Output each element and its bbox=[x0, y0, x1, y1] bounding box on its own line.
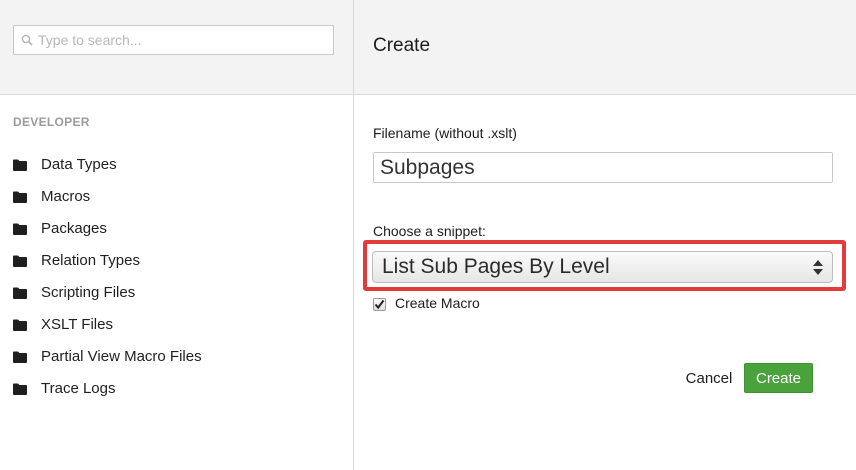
tree-item-partial-view-macro-files[interactable]: Partial View Macro Files bbox=[13, 340, 202, 372]
search-box[interactable] bbox=[13, 25, 334, 55]
folder-icon bbox=[13, 190, 27, 203]
folder-icon bbox=[13, 350, 27, 363]
checkmark-icon bbox=[374, 299, 385, 310]
tree-item-label: Macros bbox=[41, 187, 91, 205]
folder-icon bbox=[13, 254, 27, 267]
tree-item-label: Partial View Macro Files bbox=[41, 347, 202, 365]
filename-label: Filename (without .xslt) bbox=[373, 125, 517, 141]
cancel-button[interactable]: Cancel bbox=[676, 365, 742, 391]
create-macro-option[interactable]: Create Macro bbox=[373, 295, 480, 311]
dialog-header: Create bbox=[354, 0, 856, 95]
folder-icon bbox=[13, 158, 27, 171]
sidebar: DEVELOPER Data Types Macros Packages Rel… bbox=[0, 0, 354, 470]
create-macro-label: Create Macro bbox=[395, 295, 480, 311]
select-arrows-icon bbox=[810, 256, 826, 278]
tree-item-packages[interactable]: Packages bbox=[13, 212, 202, 244]
snippet-label: Choose a snippet: bbox=[373, 223, 486, 239]
tree-item-scripting-files[interactable]: Scripting Files bbox=[13, 276, 202, 308]
search-icon bbox=[16, 26, 38, 54]
folder-icon bbox=[13, 382, 27, 395]
section-title: DEVELOPER bbox=[13, 115, 90, 129]
search-input[interactable] bbox=[38, 27, 328, 53]
snippet-select[interactable]: List Sub Pages By Level bbox=[372, 251, 833, 283]
tree-item-xslt-files[interactable]: XSLT Files bbox=[13, 308, 202, 340]
tree-item-data-types[interactable]: Data Types bbox=[13, 148, 202, 180]
tree-item-label: Scripting Files bbox=[41, 283, 136, 301]
snippet-select-value: List Sub Pages By Level bbox=[382, 255, 610, 278]
dialog-title: Create bbox=[373, 35, 431, 56]
filename-input[interactable] bbox=[373, 152, 833, 183]
create-dialog: Create Filename (without .xslt) Choose a… bbox=[354, 0, 856, 470]
folder-icon bbox=[13, 222, 27, 235]
sidebar-header bbox=[0, 0, 353, 95]
folder-icon bbox=[13, 318, 27, 331]
tree-item-relation-types[interactable]: Relation Types bbox=[13, 244, 202, 276]
folder-icon bbox=[13, 286, 27, 299]
tree-item-trace-logs[interactable]: Trace Logs bbox=[13, 372, 202, 404]
tree-item-macros[interactable]: Macros bbox=[13, 180, 202, 212]
create-button[interactable]: Create bbox=[744, 363, 813, 393]
tree-item-label: Relation Types bbox=[41, 251, 140, 269]
tree-item-label: Data Types bbox=[41, 155, 117, 173]
tree-item-label: XSLT Files bbox=[41, 315, 113, 333]
create-macro-checkbox[interactable] bbox=[373, 298, 386, 311]
tree-item-label: Trace Logs bbox=[41, 379, 116, 397]
tree-item-label: Packages bbox=[41, 219, 107, 237]
developer-tree: Data Types Macros Packages Relation Type… bbox=[13, 148, 202, 404]
